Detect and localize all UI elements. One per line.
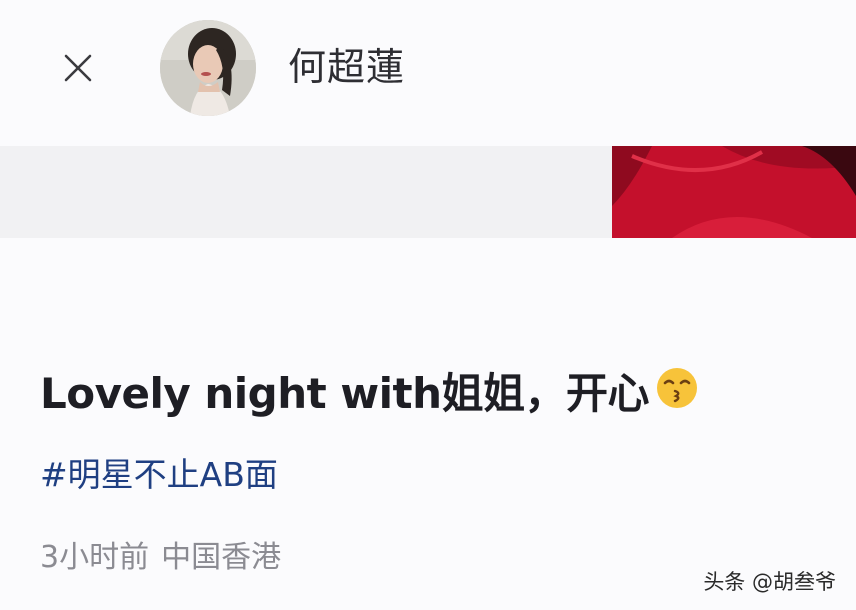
close-icon [64,54,92,82]
username[interactable]: 何超蓮 [288,40,405,94]
post-text: Lovely night with姐姐，开心 [40,360,699,421]
avatar-photo [160,20,256,116]
post-meta: 3小时前 中国香港 [40,532,281,576]
post-location: 中国香港 [161,540,282,575]
post-image-strip[interactable] [0,146,856,238]
hashtag-link[interactable]: #明星不止AB面 [40,448,278,496]
post-time: 3小时前 [40,540,150,575]
post-image-preview[interactable] [612,146,856,238]
post-text-content: Lovely night with姐姐，开心 [40,369,650,418]
kissing-face-emoji-icon [655,366,699,420]
post-header: 何超蓮 [0,0,856,138]
watermark: 头条 @胡叁爷 [703,570,836,594]
image-content [612,146,856,238]
avatar[interactable] [160,20,256,116]
close-button[interactable] [58,48,98,88]
